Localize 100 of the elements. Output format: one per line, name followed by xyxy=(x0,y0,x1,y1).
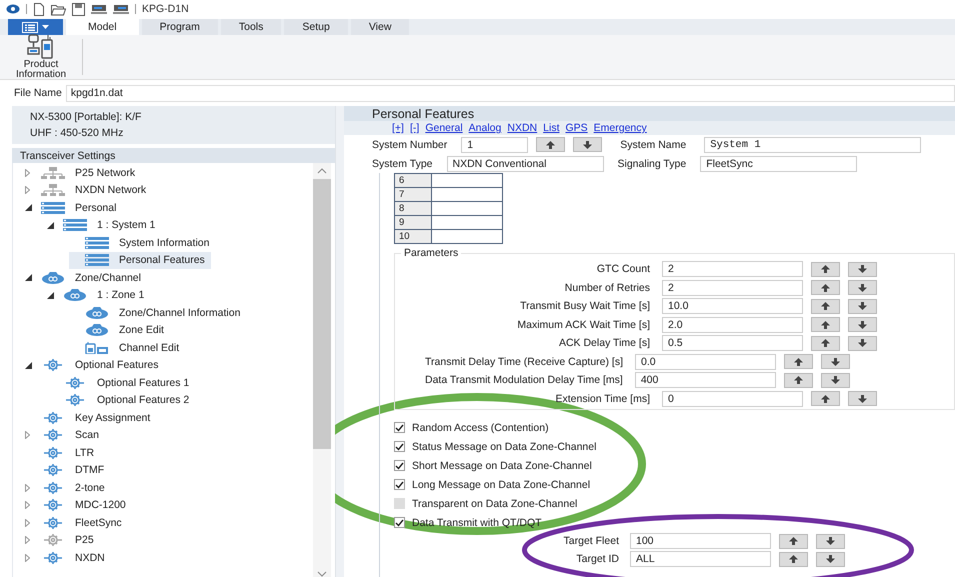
tree-item[interactable]: Key Assignment xyxy=(25,409,156,426)
device-icon[interactable] xyxy=(91,3,107,15)
field-label: Maximum ACK Wait Time [s] xyxy=(516,318,650,331)
section-link[interactable]: Emergency xyxy=(594,122,647,134)
tree-item[interactable]: Personal Features xyxy=(69,252,211,269)
section-link[interactable]: Analog xyxy=(468,122,502,134)
save-icon[interactable] xyxy=(72,2,85,16)
section-link[interactable]: [+] xyxy=(392,122,404,134)
new-file-icon[interactable] xyxy=(33,2,45,16)
tree-item[interactable]: Optional Features 1 xyxy=(47,374,196,392)
scrollbar[interactable] xyxy=(313,163,331,577)
ribbon-tab[interactable]: Tools xyxy=(220,19,282,35)
tree-item[interactable]: Optional Features xyxy=(25,356,164,374)
tree-item[interactable]: 2-tone xyxy=(25,479,111,496)
tree-item[interactable]: Optional Features 2 xyxy=(47,392,196,409)
input-field[interactable]: 0.5 xyxy=(662,335,803,352)
input-field[interactable]: 100 xyxy=(630,533,771,549)
scroll-down-icon[interactable] xyxy=(317,571,327,577)
checkbox[interactable] xyxy=(394,479,405,490)
input-field[interactable]: 400 xyxy=(634,372,776,388)
tree-item[interactable]: NXDN xyxy=(25,549,111,566)
section-link[interactable]: General xyxy=(425,122,463,134)
checkbox[interactable] xyxy=(394,422,405,433)
ribbon-tab[interactable]: Program xyxy=(142,19,218,35)
input-field[interactable]: System 1 xyxy=(704,136,922,152)
input-field[interactable]: FleetSync xyxy=(700,156,858,172)
tree-item[interactable]: Zone Edit xyxy=(69,322,170,339)
checkbox[interactable] xyxy=(394,441,405,452)
ribbon-tab[interactable]: View xyxy=(350,19,410,35)
expanded-triangle-icon[interactable] xyxy=(25,204,32,212)
collapsed-triangle-icon[interactable] xyxy=(25,554,30,562)
input-field[interactable]: ALL xyxy=(630,551,771,567)
expanded-triangle-icon[interactable] xyxy=(25,362,32,369)
down-button[interactable] xyxy=(816,552,845,566)
down-button[interactable] xyxy=(821,354,850,370)
down-button[interactable] xyxy=(573,137,602,152)
input-field[interactable]: 2 xyxy=(662,261,803,278)
tree-item[interactable]: Personal xyxy=(25,199,122,216)
expanded-triangle-icon[interactable] xyxy=(47,292,54,299)
down-button[interactable] xyxy=(848,391,877,406)
tree-item[interactable]: MDC-1200 xyxy=(25,496,132,514)
down-button[interactable] xyxy=(848,317,877,332)
section-link[interactable]: GPS xyxy=(565,122,588,134)
up-button[interactable] xyxy=(811,280,840,296)
tree-item[interactable]: Zone/Channel Information xyxy=(69,304,246,322)
section-link[interactable]: List xyxy=(543,122,560,134)
down-button[interactable] xyxy=(848,336,877,351)
ribbon-tab[interactable]: Setup xyxy=(284,19,348,35)
app-icon[interactable] xyxy=(6,3,20,15)
tree-item[interactable]: Channel Edit xyxy=(69,339,186,356)
down-button[interactable] xyxy=(848,262,877,277)
input-field[interactable]: 2 xyxy=(662,280,803,296)
file-name-field[interactable]: kpgd1n.dat xyxy=(66,84,955,102)
input-field[interactable]: 2.0 xyxy=(662,316,803,333)
collapsed-triangle-icon[interactable] xyxy=(25,518,30,527)
section-link[interactable]: NXDN xyxy=(507,122,538,134)
collapsed-triangle-icon[interactable] xyxy=(25,501,30,510)
product-information-button[interactable]: Product Information xyxy=(0,34,82,80)
input-field[interactable]: NXDN Conventional xyxy=(446,156,604,172)
device-icon[interactable] xyxy=(113,3,129,15)
folder-icon[interactable] xyxy=(51,2,66,16)
down-button[interactable] xyxy=(816,534,845,548)
ribbon-tab[interactable]: Model xyxy=(66,19,139,35)
tree-item[interactable]: DTMF xyxy=(25,462,110,479)
tree-item[interactable]: LTR xyxy=(25,444,100,462)
up-button[interactable] xyxy=(811,317,840,332)
input-field[interactable]: 0.0 xyxy=(635,354,776,370)
tree-item[interactable]: Scan xyxy=(25,426,105,444)
collapsed-triangle-icon[interactable] xyxy=(25,431,30,440)
radio-device-icon xyxy=(27,34,55,60)
down-button[interactable] xyxy=(848,298,877,314)
section-link[interactable]: [-] xyxy=(410,122,420,134)
tree-item[interactable]: 1 : Zone 1 xyxy=(47,286,150,304)
up-button[interactable] xyxy=(811,336,840,351)
checkbox[interactable] xyxy=(394,517,405,528)
tree-item[interactable]: Zone/Channel xyxy=(25,269,147,286)
input-field[interactable]: 0 xyxy=(662,390,803,407)
collapsed-triangle-icon[interactable] xyxy=(25,484,30,492)
splitter-handle[interactable] xyxy=(335,106,344,577)
tree-item[interactable]: FleetSync xyxy=(25,514,128,532)
app-menu-button[interactable] xyxy=(8,19,63,35)
checkbox[interactable] xyxy=(394,460,405,471)
input-field[interactable]: 1 xyxy=(461,136,528,152)
up-button[interactable] xyxy=(811,391,840,406)
up-button[interactable] xyxy=(811,262,840,277)
up-button[interactable] xyxy=(779,552,808,566)
down-button[interactable] xyxy=(820,372,850,388)
up-button[interactable] xyxy=(811,298,840,314)
up-button[interactable] xyxy=(779,534,808,548)
input-field[interactable]: 10.0 xyxy=(662,298,803,314)
up-button[interactable] xyxy=(536,137,566,152)
tree-item[interactable]: System Information xyxy=(69,234,216,252)
caret-icon xyxy=(42,25,49,29)
scroll-up-icon[interactable] xyxy=(317,168,327,174)
tree-item[interactable]: 1 : System 1 xyxy=(47,216,162,234)
up-button[interactable] xyxy=(784,354,813,370)
expanded-triangle-icon[interactable] xyxy=(25,274,32,282)
down-button[interactable] xyxy=(848,280,877,296)
expanded-triangle-icon[interactable] xyxy=(47,222,54,229)
up-button[interactable] xyxy=(784,372,813,388)
